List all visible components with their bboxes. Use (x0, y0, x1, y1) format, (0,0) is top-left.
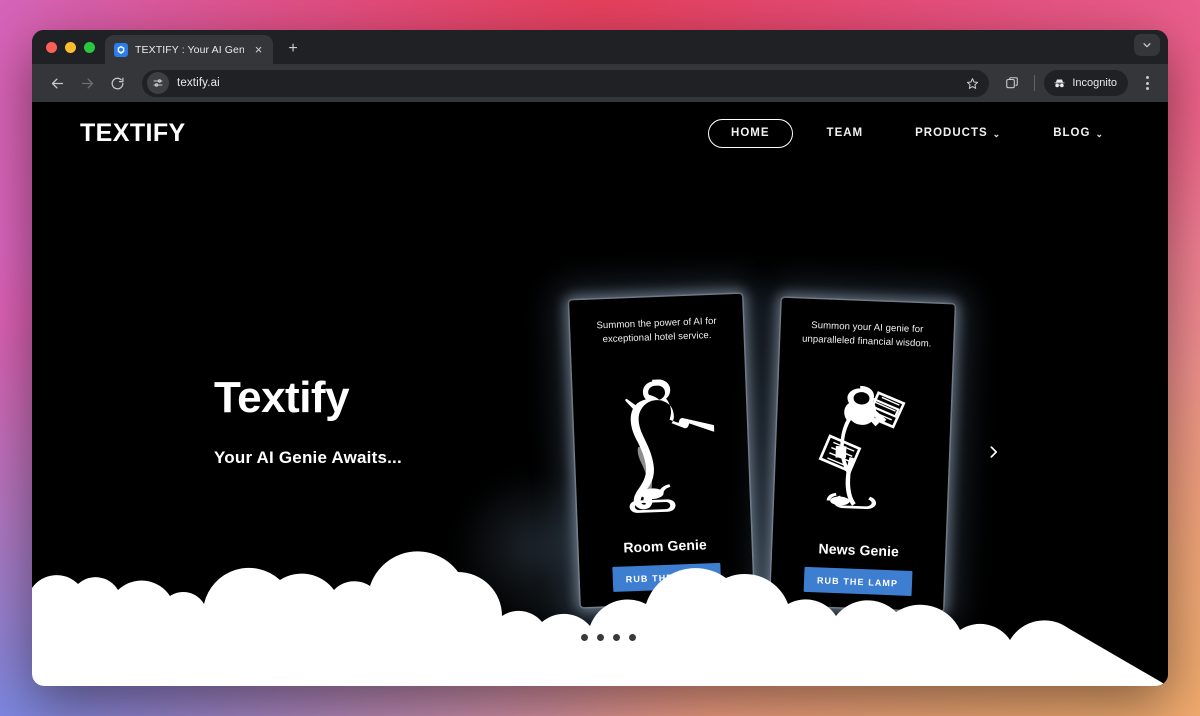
rub-the-lamp-button[interactable]: RUB THE LAMP (611, 562, 721, 592)
nav-item-blog-label: BLOG (1053, 127, 1091, 139)
close-window-button[interactable] (46, 41, 57, 53)
carousel-dot[interactable] (612, 634, 620, 641)
chevron-right-icon[interactable] (980, 437, 1006, 467)
minimize-window-button[interactable] (65, 41, 76, 53)
toolbar-divider (1034, 75, 1036, 91)
page-viewport: TEXTIFY HOME TEAM PRODUCTS ⌄ BLOG ⌄ Text… (32, 102, 1168, 686)
browser-toolbar: textify.ai Incognito (32, 64, 1168, 102)
hero-subtitle: Your AI Genie Awaits... (214, 448, 402, 467)
genie-with-tray-icon (585, 342, 737, 540)
card-title: News Genie (818, 539, 900, 559)
nav-item-team[interactable]: TEAM (801, 127, 890, 139)
card-title: Room Genie (623, 535, 708, 556)
close-icon[interactable]: × (251, 42, 266, 57)
page-title: Textify (214, 373, 350, 422)
nav-item-home-label: HOME (731, 127, 770, 139)
carousel-dot[interactable] (580, 634, 588, 641)
product-carousel: Summon the power of AI for exceptional h… (512, 282, 1012, 622)
carousel-dot[interactable] (628, 634, 636, 641)
chevron-down-icon: ⌄ (1095, 128, 1104, 139)
incognito-indicator[interactable]: Incognito (1044, 70, 1128, 96)
hero-copy: Textify Your AI Genie Awaits... (214, 376, 402, 468)
nav-item-blog[interactable]: BLOG ⌄ (1027, 127, 1130, 139)
chevron-down-icon: ⌄ (992, 128, 1002, 139)
main-navigation: HOME TEAM PRODUCTS ⌄ BLOG ⌄ (708, 118, 1130, 148)
forward-arrow-icon[interactable] (74, 70, 100, 96)
hero-section: Textify Your AI Genie Awaits... Summon t… (32, 164, 1168, 686)
tune-icon[interactable] (147, 72, 169, 94)
rub-the-lamp-button[interactable]: RUB THE LAMP (803, 566, 912, 596)
textify-favicon (114, 42, 128, 57)
carousel-card-news-genie[interactable]: Summon your AI genie for unparalleled fi… (770, 297, 955, 611)
incognito-icon (1054, 78, 1065, 87)
nav-item-team-label: TEAM (826, 127, 864, 139)
browser-window: TEXTIFY : Your AI Genie awai × + (32, 30, 1168, 686)
tab-title: TEXTIFY : Your AI Genie awai (135, 43, 244, 56)
maximize-window-button[interactable] (84, 41, 95, 53)
carousel-dots (32, 634, 1168, 641)
carousel-card-room-genie[interactable]: Summon the power of AI for exceptional h… (569, 293, 754, 607)
chevron-down-icon[interactable] (1134, 34, 1160, 56)
back-arrow-icon[interactable] (44, 70, 70, 96)
split-tab-icon[interactable] (999, 70, 1025, 96)
desktop-backdrop: TEXTIFY : Your AI Genie awai × + (0, 0, 1200, 716)
url-text[interactable]: textify.ai (177, 77, 953, 89)
genie-with-newspaper-icon (787, 346, 939, 544)
browser-tab[interactable]: TEXTIFY : Your AI Genie awai × (105, 35, 273, 64)
carousel-dot[interactable] (596, 634, 604, 641)
site-logo[interactable]: TEXTIFY (80, 119, 186, 148)
address-bar[interactable]: textify.ai (142, 69, 990, 97)
nav-item-home[interactable]: HOME (708, 118, 793, 148)
site-header: TEXTIFY HOME TEAM PRODUCTS ⌄ BLOG ⌄ (32, 102, 1168, 164)
star-icon[interactable] (961, 72, 983, 94)
window-traffic-lights (44, 30, 105, 64)
kebab-menu-icon[interactable] (1136, 70, 1158, 96)
nav-item-products[interactable]: PRODUCTS ⌄ (889, 127, 1027, 139)
reload-icon[interactable] (104, 70, 130, 96)
nav-item-products-label: PRODUCTS (915, 127, 988, 139)
carousel-dot[interactable] (564, 634, 572, 641)
incognito-label: Incognito (1072, 77, 1117, 89)
new-tab-button[interactable]: + (280, 36, 306, 62)
tab-strip: TEXTIFY : Your AI Genie awai × + (32, 30, 1168, 64)
